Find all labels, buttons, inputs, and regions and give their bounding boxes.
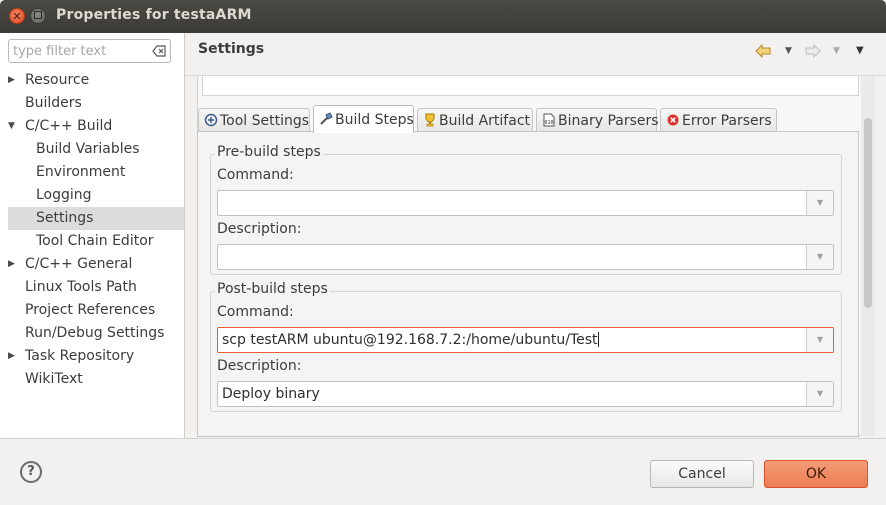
tab-label: Error Parsers [682, 113, 772, 129]
filter-input[interactable] [13, 42, 149, 60]
help-button[interactable]: ? [20, 461, 42, 483]
settings-page: Settings ▼ ▼ ▼ Tool Settings Build Steps [185, 33, 886, 438]
collapsed-arrow-icon[interactable]: ▶ [8, 69, 16, 92]
tree-item-label: Logging [36, 187, 92, 203]
tab-label: Tool Settings [220, 113, 310, 129]
tree-item-tool-chain-editor[interactable]: Tool Chain Editor [0, 230, 184, 253]
tree-item-label: Build Variables [36, 141, 140, 157]
settings-tabs: Tool Settings Build Steps Build Artifact… [197, 105, 859, 133]
dropdown-chevron-icon[interactable]: ▼ [806, 245, 833, 269]
view-menu-icon[interactable]: ▼ [856, 43, 864, 59]
tab-build-artifact[interactable]: Build Artifact [417, 108, 533, 132]
tree-item-linux-tools-path[interactable]: Linux Tools Path [0, 276, 184, 299]
expanded-arrow-icon[interactable]: ▼ [8, 115, 16, 138]
forward-arrow-icon[interactable] [805, 44, 821, 58]
dropdown-chevron-icon[interactable]: ▼ [806, 328, 833, 352]
back-arrow-icon[interactable] [755, 44, 771, 58]
ok-button[interactable]: OK [764, 460, 868, 488]
back-menu-chevron-icon[interactable]: ▼ [785, 43, 792, 59]
postbuild-description-label: Description: [217, 358, 302, 374]
collapsed-arrow-icon[interactable]: ▶ [8, 345, 16, 368]
tab-error-parsers[interactable]: Error Parsers [660, 108, 777, 132]
properties-dialog: ✕ Properties for testaARM ▶ Resource Build… [0, 0, 886, 505]
postbuild-command-combo[interactable]: scp testARM ubuntu@192.168.7.2:/home/ubu… [217, 327, 834, 353]
tree-item-label: Task Repository [25, 348, 135, 364]
tree-item-task-repository[interactable]: ▶ Task Repository [0, 345, 184, 368]
cancel-button[interactable]: Cancel [650, 460, 754, 488]
tree-item-label: Project References [25, 302, 156, 318]
tab-label: Build Steps [335, 112, 414, 128]
tab-binary-parsers[interactable]: 010 Binary Parsers [536, 108, 659, 132]
tree-item-build-variables[interactable]: Build Variables [0, 138, 184, 161]
dropdown-chevron-icon[interactable]: ▼ [806, 191, 833, 215]
postbuild-command-value: scp testARM ubuntu@192.168.7.2:/home/ubu… [222, 332, 598, 348]
tab-label: Binary Parsers [558, 113, 659, 129]
window-title: Properties for testaARM [56, 7, 252, 23]
tree-item-label: Environment [36, 164, 126, 180]
error-parsers-icon [667, 114, 679, 126]
tree-item-label: Builders [25, 95, 82, 111]
tree-item-c-c-build[interactable]: ▼ C/C++ Build [0, 115, 184, 138]
binary-parsers-icon: 010 [543, 113, 555, 127]
tab-build-steps[interactable]: Build Steps [313, 105, 414, 133]
title-bar: ✕ Properties for testaARM [0, 0, 886, 33]
clear-filter-icon[interactable] [152, 44, 166, 58]
help-icon: ? [27, 464, 35, 479]
text-caret [597, 332, 599, 347]
collapsed-arrow-icon[interactable]: ▶ [8, 253, 16, 276]
tree-item-label: Settings [36, 210, 94, 226]
postbuild-group: Post-build steps Command: scp testARM ub… [210, 281, 842, 412]
postbuild-title: Post-build steps [215, 281, 330, 297]
svg-text:010: 010 [545, 120, 554, 126]
configuration-bar [202, 76, 859, 96]
prebuild-title: Pre-build steps [215, 144, 323, 160]
tree-item-environment[interactable]: Environment [0, 161, 184, 184]
tree-item-label: Run/Debug Settings [25, 325, 165, 341]
tree-item-run-debug-settings[interactable]: Run/Debug Settings [0, 322, 184, 345]
navigation-panel: ▶ Resource Builders ▼ C/C++ Build Build Varia… [0, 33, 185, 438]
build-steps-icon [320, 112, 333, 125]
tree-item-label: C/C++ General [25, 256, 133, 272]
tree-item-settings[interactable]: Settings [8, 207, 184, 230]
postbuild-description-value[interactable]: Deploy binary [222, 382, 320, 406]
dialog-button-bar: ? Cancel OK [0, 438, 886, 505]
tool-settings-icon [204, 113, 218, 127]
postbuild-command-input[interactable]: scp testARM ubuntu@192.168.7.2:/home/ubu… [222, 328, 599, 352]
prebuild-description-label: Description: [217, 221, 302, 237]
page-title: Settings [198, 41, 265, 57]
filter-box [8, 39, 171, 63]
prebuild-command-label: Command: [217, 167, 294, 183]
postbuild-command-label: Command: [217, 304, 294, 320]
tree-item-builders[interactable]: Builders [0, 92, 184, 115]
forward-menu-chevron-icon[interactable]: ▼ [833, 43, 840, 59]
maximize-window-button[interactable] [30, 8, 46, 24]
tree-item-project-references[interactable]: Project References [0, 299, 184, 322]
tree-item-label: Resource [25, 72, 90, 88]
tree-item-logging[interactable]: Logging [0, 184, 184, 207]
tab-tool-settings[interactable]: Tool Settings [198, 108, 310, 132]
dropdown-chevron-icon[interactable]: ▼ [806, 382, 833, 406]
prebuild-group: Pre-build steps Command: ▼ Description: … [210, 144, 842, 275]
scrollbar-thumb[interactable] [864, 118, 872, 308]
maximize-icon [34, 11, 42, 19]
tree-item-wikitext[interactable]: WikiText [0, 368, 184, 391]
tree-item-label: Linux Tools Path [25, 279, 137, 295]
tree-item-label: Tool Chain Editor [36, 233, 154, 249]
prebuild-description-combo[interactable]: ▼ [217, 244, 834, 270]
vertical-scrollbar[interactable] [861, 76, 875, 436]
close-window-button[interactable]: ✕ [9, 8, 25, 24]
postbuild-description-combo[interactable]: Deploy binary ▼ [217, 381, 834, 407]
prebuild-command-combo[interactable]: ▼ [217, 190, 834, 216]
tree-item-c-c-general[interactable]: ▶ C/C++ General [0, 253, 184, 276]
property-tree: ▶ Resource Builders ▼ C/C++ Build Build Varia… [0, 69, 184, 391]
build-artifact-icon [425, 113, 435, 127]
tree-item-label: C/C++ Build [25, 118, 113, 134]
tree-item-label: WikiText [25, 371, 83, 387]
build-steps-panel: Pre-build steps Command: ▼ Description: … [197, 131, 859, 437]
tree-item-resource[interactable]: ▶ Resource [0, 69, 184, 92]
tab-label: Build Artifact [439, 113, 530, 129]
